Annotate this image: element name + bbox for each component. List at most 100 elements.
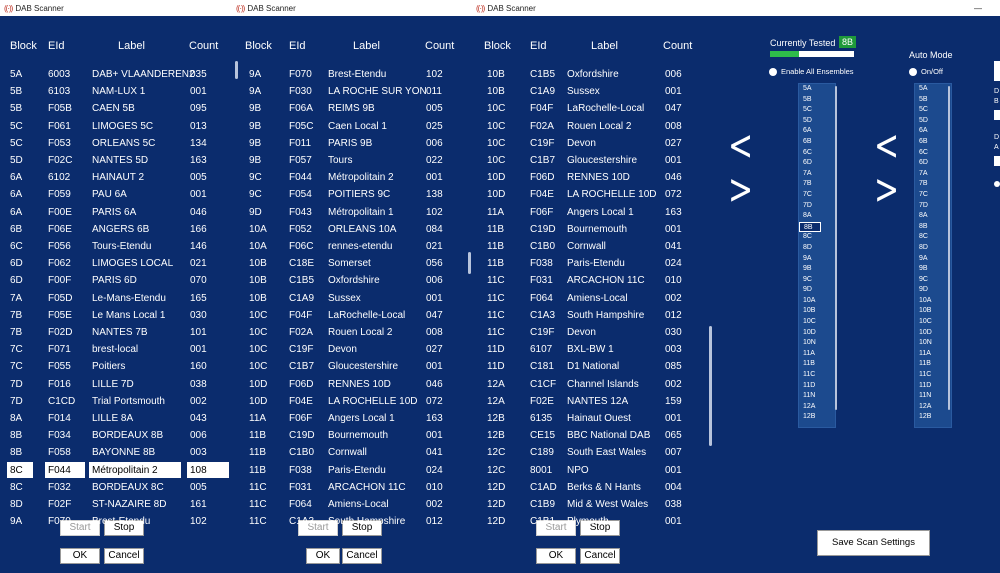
- table-row[interactable]: 7B F02D NANTES 7B 101: [0, 324, 230, 341]
- block-list-item[interactable]: 8B: [915, 222, 951, 233]
- table-row[interactable]: 9C F054 POITIERS 9C 138: [232, 186, 462, 203]
- ok-button[interactable]: OK: [60, 548, 100, 564]
- table-row[interactable]: 6A F059 PAU 6A 001: [0, 186, 230, 203]
- table-row[interactable]: 8C F032 BORDEAUX 8C 005: [0, 479, 230, 496]
- table-row[interactable]: 10C F02A Rouen Local 2 008: [232, 324, 462, 341]
- block-list-item[interactable]: 6B: [915, 137, 951, 148]
- table-row[interactable]: 11D C181 D1 National 085: [472, 358, 702, 375]
- block-list-item[interactable]: 10B: [915, 306, 951, 317]
- block-list-item[interactable]: 8A: [915, 211, 951, 222]
- table-row[interactable]: 6D F062 LIMOGES LOCAL 021: [0, 255, 230, 272]
- table-row[interactable]: 5C F053 ORLEANS 5C 134: [0, 135, 230, 152]
- table-row[interactable]: 12C C189 South East Wales 007: [472, 444, 702, 461]
- table-row[interactable]: 5D F02C NANTES 5D 163: [0, 152, 230, 169]
- table-row[interactable]: 9B F057 Tours 022: [232, 152, 462, 169]
- block-list-item[interactable]: 10D: [799, 328, 835, 339]
- block-list-left[interactable]: 5A 5B 5C 5D 6A 6B 6C 6D 7A 7B 7C 7D 8A 8B 8C 8D 9A 9B 9C 9D…: [798, 83, 836, 428]
- cut-field[interactable]: [994, 156, 1000, 166]
- block-list-item[interactable]: 8A: [799, 211, 835, 222]
- block-list-item[interactable]: 6D: [915, 158, 951, 169]
- table-row[interactable]: 11B C1B0 Cornwall 041: [472, 238, 702, 255]
- cut-panel-checkbox[interactable]: [994, 61, 1000, 81]
- block-list-item[interactable]: 5A: [915, 84, 951, 95]
- block-list-item[interactable]: 11B: [915, 359, 951, 370]
- block-list-item[interactable]: 9D: [799, 285, 835, 296]
- table-row[interactable]: 11C F031 ARCACHON 11C 010: [232, 479, 462, 496]
- block-list-item[interactable]: 10N: [799, 338, 835, 349]
- block-list-item[interactable]: 7D: [799, 201, 835, 212]
- table-row[interactable]: 12A C1CF Channel Islands 002: [472, 376, 702, 393]
- block-list-item[interactable]: 11C: [799, 370, 835, 381]
- block-list-item[interactable]: 9B: [799, 264, 835, 275]
- block-list-item[interactable]: 7B: [799, 179, 835, 190]
- table-row[interactable]: 12D C1B1 Plymouth 001: [472, 513, 702, 530]
- cut-radio[interactable]: [994, 181, 1000, 187]
- table-row[interactable]: 12D C1B9 Mid & West Wales 038: [472, 496, 702, 513]
- table-row[interactable]: 11C C1A3 South Hampshire 012: [472, 307, 702, 324]
- chevron-left-icon[interactable]: <: [728, 125, 753, 168]
- table-row[interactable]: 5B 6103 NAM-LUX 1 001: [0, 83, 230, 100]
- block-list-item[interactable]: 10D: [915, 328, 951, 339]
- table-row[interactable]: 9B F011 PARIS 9B 006: [232, 135, 462, 152]
- table-row[interactable]: 7A F05D Le-Mans-Etendu 165: [0, 290, 230, 307]
- table-row[interactable]: 10C C1B7 Gloucestershire 001: [232, 358, 462, 375]
- table-row[interactable]: 10C F04F LaRochelle-Local 047: [472, 100, 702, 117]
- table-row[interactable]: 9C F044 Métropolitain 2 001: [232, 169, 462, 186]
- block-list-item[interactable]: 12B: [915, 412, 951, 423]
- table-row[interactable]: 12D C1AD Berks & N Hants 004: [472, 479, 702, 496]
- block-list-item[interactable]: 5C: [799, 105, 835, 116]
- block-list-item[interactable]: 10C: [799, 317, 835, 328]
- table-row[interactable]: 9A F070 Brest-Etendu 102: [0, 513, 230, 530]
- block-list-item[interactable]: 10B: [799, 306, 835, 317]
- block-list-item[interactable]: 11N: [799, 391, 835, 402]
- cancel-button[interactable]: Cancel: [342, 548, 382, 564]
- table-row[interactable]: 6B F06E ANGERS 6B 166: [0, 221, 230, 238]
- block-list-item[interactable]: 11D: [915, 381, 951, 392]
- block-list-item[interactable]: 12A: [915, 402, 951, 413]
- table-row[interactable]: 5B F05B CAEN 5B 095: [0, 100, 230, 117]
- table-row[interactable]: 5A 6003 DAB+ VLAANDEREN2 035: [0, 66, 230, 83]
- table-row[interactable]: 10B C1B5 Oxfordshire 006: [232, 272, 462, 289]
- table-row[interactable]: 10B C1B5 Oxfordshire 006: [472, 66, 702, 83]
- table-row[interactable]: 10C C1B7 Gloucestershire 001: [472, 152, 702, 169]
- block-list-item[interactable]: 5D: [799, 116, 835, 127]
- table-row[interactable]: 11A F06F Angers Local 1 163: [232, 410, 462, 427]
- table-row[interactable]: 11D 6107 BXL-BW 1 003: [472, 341, 702, 358]
- table-row[interactable]: 8B F034 BORDEAUX 8B 006: [0, 427, 230, 444]
- block-list-item[interactable]: 12B: [799, 412, 835, 423]
- block-list-item[interactable]: 5C: [915, 105, 951, 116]
- table-row[interactable]: 11B C19D Bournemouth 001: [232, 427, 462, 444]
- block-list-item[interactable]: 6C: [915, 148, 951, 159]
- chevron-left-icon[interactable]: <: [874, 125, 899, 168]
- block-list-right[interactable]: 5A 5B 5C 5D 6A 6B 6C 6D 7A 7B 7C 7D 8A 8B 8C 8D 9A 9B 9C 9D…: [914, 83, 952, 428]
- table-row[interactable]: 10D F04E LA ROCHELLE 10D 072: [232, 393, 462, 410]
- block-list-item[interactable]: 6A: [915, 126, 951, 137]
- cancel-button[interactable]: Cancel: [580, 548, 620, 564]
- table-row[interactable]: 10C F04F LaRochelle-Local 047: [232, 307, 462, 324]
- table-row[interactable]: 11A F06F Angers Local 1 163: [472, 204, 702, 221]
- table-row[interactable]: 10C C19F Devon 027: [472, 135, 702, 152]
- block-list-item[interactable]: 5D: [915, 116, 951, 127]
- cut-field[interactable]: [994, 110, 1000, 120]
- block-list-item[interactable]: 11A: [799, 349, 835, 360]
- table-row[interactable]: 6A 6102 HAINAUT 2 005: [0, 169, 230, 186]
- block-list-item[interactable]: 6C: [799, 148, 835, 159]
- block-list-item[interactable]: 6A: [799, 126, 835, 137]
- block-list-item[interactable]: 5A: [799, 84, 835, 95]
- block-list-item[interactable]: 8C: [799, 232, 835, 243]
- table-row[interactable]: 10B C1A9 Sussex 001: [232, 290, 462, 307]
- block-list-item[interactable]: 8D: [799, 243, 835, 254]
- cancel-button[interactable]: Cancel: [104, 548, 144, 564]
- block-list-item[interactable]: 6D: [799, 158, 835, 169]
- block-list-item[interactable]: 8D: [915, 243, 951, 254]
- block-list-item[interactable]: 7C: [915, 190, 951, 201]
- table-row[interactable]: 8B F058 BAYONNE 8B 003: [0, 444, 230, 461]
- save-scan-settings-button[interactable]: Save Scan Settings: [817, 530, 930, 556]
- table-row[interactable]: 10B C18E Somerset 056: [232, 255, 462, 272]
- block-list-item[interactable]: 7B: [915, 179, 951, 190]
- table-row[interactable]: 7C F071 brest-local 001: [0, 341, 230, 358]
- block-list-item[interactable]: 11B: [799, 359, 835, 370]
- table-row[interactable]: 11C C19F Devon 030: [472, 324, 702, 341]
- table-row[interactable]: 8A F014 LILLE 8A 043: [0, 410, 230, 427]
- scrollbar[interactable]: [468, 252, 471, 274]
